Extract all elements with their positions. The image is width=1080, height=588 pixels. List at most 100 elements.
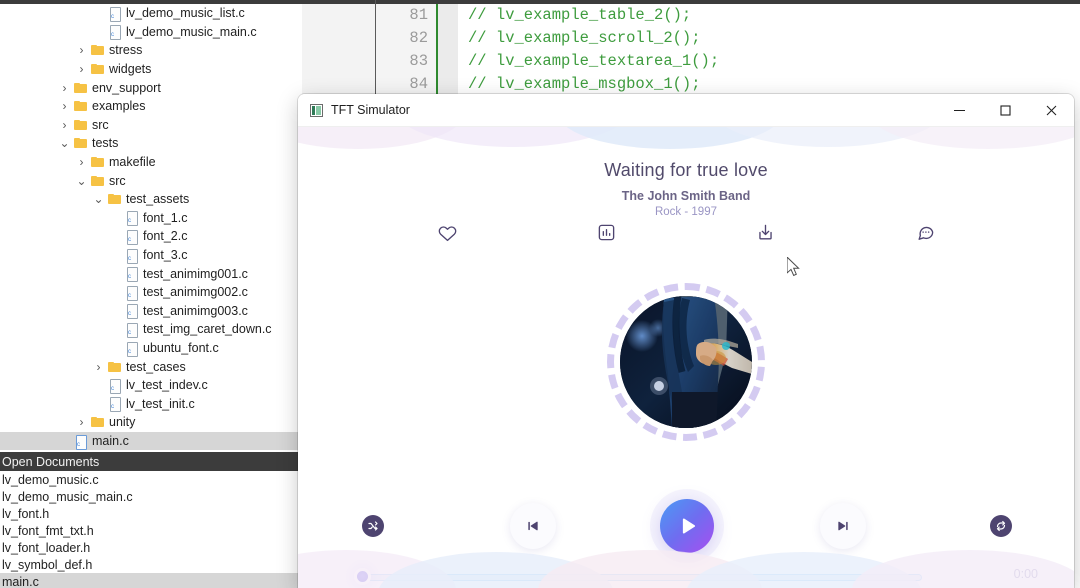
screen-root: lv_demo_music_list.c lv_demo_music_main.… bbox=[0, 0, 1080, 588]
tree-item-label: unity bbox=[109, 415, 136, 430]
open-document-label: lv_symbol_def.h bbox=[2, 557, 93, 572]
folder-icon bbox=[106, 194, 123, 205]
tree-file-row[interactable]: font_2.c bbox=[0, 227, 302, 246]
chevron-down-icon[interactable]: ⌄ bbox=[91, 193, 106, 205]
open-document-row[interactable]: lv_symbol_def.h bbox=[0, 556, 302, 573]
close-icon[interactable] bbox=[1028, 94, 1074, 127]
tree-folder-row[interactable]: ⌄ test_assets bbox=[0, 190, 302, 209]
code-text: // lv_example_scroll_2(); bbox=[468, 29, 701, 47]
code-line: 84 // lv_example_msgbox_1(); bbox=[376, 73, 1080, 96]
tree-file-row[interactable]: font_3.c bbox=[0, 246, 302, 265]
tree-folder-row[interactable]: › env_support bbox=[0, 78, 302, 97]
file-explorer-panel: lv_demo_music_list.c lv_demo_music_main.… bbox=[0, 4, 302, 588]
open-documents-label: Open Documents bbox=[2, 454, 100, 469]
tree-item-label: font_2.c bbox=[143, 229, 188, 244]
tree-file-row[interactable]: test_animimg002.c bbox=[0, 283, 302, 302]
tree-folder-row[interactable]: › makefile bbox=[0, 153, 302, 172]
code-line: 81 // lv_example_table_2(); bbox=[376, 4, 1080, 27]
open-document-row[interactable]: lv_font.h bbox=[0, 505, 302, 522]
tree-folder-row[interactable]: › unity bbox=[0, 413, 302, 432]
tft-app-icon bbox=[310, 103, 323, 117]
open-document-row[interactable]: main.c bbox=[0, 573, 302, 588]
album-art-image bbox=[620, 296, 752, 428]
tree-item-label: test_animimg002.c bbox=[143, 285, 248, 300]
code-text: // lv_example_textarea_1(); bbox=[468, 52, 720, 70]
tft-simulator-window[interactable]: TFT Simulator Waiting for true love The … bbox=[298, 94, 1074, 588]
equalizer-icon[interactable] bbox=[591, 217, 621, 247]
open-document-row[interactable]: lv_font_loader.h bbox=[0, 539, 302, 556]
line-number: 84 bbox=[409, 75, 428, 93]
tree-file-row[interactable]: main.c bbox=[0, 431, 302, 451]
c-file-icon bbox=[72, 434, 89, 450]
c-file-icon bbox=[123, 211, 140, 227]
folder-icon bbox=[89, 175, 106, 186]
chevron-right-icon[interactable]: › bbox=[74, 156, 89, 168]
tree-item-label: makefile bbox=[109, 155, 156, 170]
folder-icon bbox=[89, 64, 106, 75]
chevron-right-icon[interactable]: › bbox=[74, 416, 89, 428]
chevron-right-icon[interactable]: › bbox=[74, 44, 89, 56]
guitarist-photo bbox=[620, 296, 752, 428]
chevron-right-icon[interactable]: › bbox=[57, 119, 72, 131]
folder-icon bbox=[72, 101, 89, 112]
tree-file-row[interactable]: ubuntu_font.c bbox=[0, 339, 302, 358]
code-line: 82 // lv_example_scroll_2(); bbox=[376, 27, 1080, 50]
c-file-icon bbox=[123, 229, 140, 245]
chevron-down-icon[interactable]: ⌄ bbox=[57, 137, 72, 149]
tree-folder-row[interactable]: › src bbox=[0, 116, 302, 135]
folder-icon bbox=[89, 157, 106, 168]
c-file-icon bbox=[106, 6, 123, 22]
tree-folder-row[interactable]: › widgets bbox=[0, 60, 302, 79]
tree-folder-row[interactable]: ⌄ src bbox=[0, 171, 302, 190]
tree-file-row[interactable]: lv_demo_music_main.c bbox=[0, 23, 302, 42]
open-document-label: lv_font_fmt_txt.h bbox=[2, 523, 94, 538]
c-file-icon bbox=[123, 248, 140, 264]
chevron-right-icon[interactable]: › bbox=[74, 63, 89, 75]
line-number: 81 bbox=[409, 6, 428, 24]
tree-item-label: tests bbox=[92, 136, 119, 151]
tree-item-label: lv_demo_music_list.c bbox=[126, 6, 245, 21]
song-title: Waiting for true love bbox=[604, 160, 768, 180]
line-number: 82 bbox=[409, 29, 428, 47]
tree-file-row[interactable]: test_img_caret_down.c bbox=[0, 320, 302, 339]
open-document-row[interactable]: lv_demo_music_main.c bbox=[0, 488, 302, 505]
comments-icon[interactable] bbox=[910, 217, 940, 247]
tree-file-row[interactable]: test_animimg003.c bbox=[0, 302, 302, 321]
tree-file-row[interactable]: lv_demo_music_list.c bbox=[0, 4, 302, 23]
tree-folder-row[interactable]: › examples bbox=[0, 97, 302, 116]
open-document-row[interactable]: lv_font_fmt_txt.h bbox=[0, 522, 302, 539]
mouse-pointer bbox=[787, 257, 800, 277]
tree-item-label: stress bbox=[109, 43, 143, 58]
chevron-down-icon[interactable]: ⌄ bbox=[74, 175, 89, 187]
chevron-right-icon[interactable]: › bbox=[57, 100, 72, 112]
tree-item-label: font_1.c bbox=[143, 210, 188, 225]
tree-folder-row[interactable]: › test_cases bbox=[0, 357, 302, 376]
favorite-icon[interactable] bbox=[432, 217, 462, 247]
album-art[interactable] bbox=[607, 283, 765, 441]
minimize-icon[interactable] bbox=[936, 94, 982, 127]
open-document-label: lv_font.h bbox=[2, 506, 50, 521]
folder-icon bbox=[72, 82, 89, 93]
tree-folder-row[interactable]: ⌄ tests bbox=[0, 134, 302, 153]
tree-folder-row[interactable]: › stress bbox=[0, 41, 302, 60]
tree-item-label: lv_demo_music_main.c bbox=[126, 24, 257, 39]
maximize-icon[interactable] bbox=[982, 94, 1028, 127]
tree-file-row[interactable]: test_animimg001.c bbox=[0, 264, 302, 283]
chevron-right-icon[interactable]: › bbox=[91, 361, 106, 373]
tree-item-label: examples bbox=[92, 99, 146, 114]
code-text: // lv_example_table_2(); bbox=[468, 6, 692, 24]
window-title-bar[interactable]: TFT Simulator bbox=[298, 94, 1074, 127]
tree-item-label: test_animimg003.c bbox=[143, 303, 248, 318]
tree-file-row[interactable]: lv_test_indev.c bbox=[0, 376, 302, 395]
simulator-screen[interactable]: Waiting for true love The John Smith Ban… bbox=[298, 127, 1074, 588]
code-editor[interactable]: 81 // lv_example_table_2(); 82 // lv_exampl… bbox=[376, 4, 1080, 96]
download-icon[interactable] bbox=[750, 217, 780, 247]
open-document-row[interactable]: lv_demo_music.c bbox=[0, 471, 302, 488]
tree-file-row[interactable]: font_1.c bbox=[0, 209, 302, 228]
tree-file-row[interactable]: lv_test_init.c bbox=[0, 395, 302, 414]
chevron-right-icon[interactable]: › bbox=[57, 82, 72, 94]
